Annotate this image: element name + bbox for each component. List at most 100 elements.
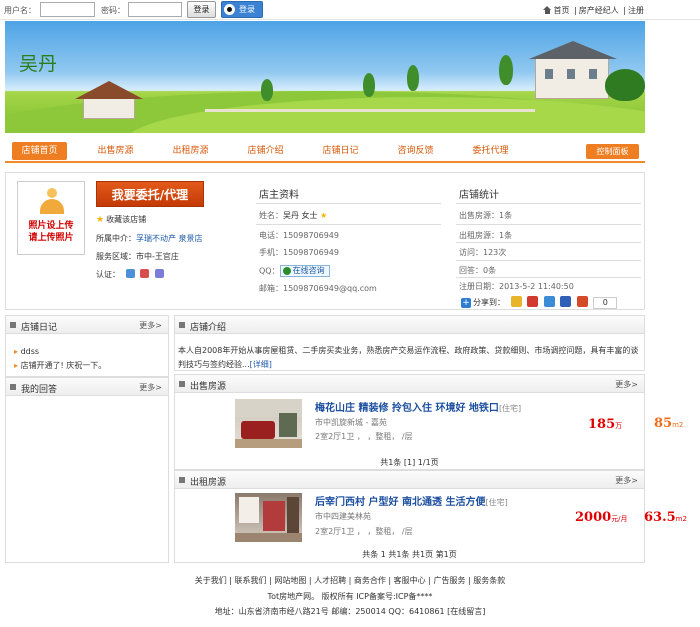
rent-price: 2000元/月 (575, 510, 628, 525)
star-icon: ★ (96, 215, 105, 225)
qq-chat-button[interactable]: 在线咨询 (279, 265, 330, 277)
qq-login-button[interactable]: 登录 (221, 1, 263, 18)
stats-reply: 回答：0条 (459, 266, 497, 275)
rent-pager[interactable]: 共条 1 共1条 共1页 第1页 (175, 549, 644, 560)
shop-info: 照片设上传 请上传照片 我要委托/代理 ★ 收藏该店铺 所属中介：孚瑞不动产 泉景… (5, 172, 645, 310)
sale-more-link[interactable]: 更多> (615, 379, 638, 390)
owner-mobile-row: 手机：15098706949 (259, 248, 339, 257)
intro-title: 店铺介绍 (190, 323, 227, 333)
owner-heading: 店主资料 (259, 190, 299, 201)
login-button[interactable]: 登录 (187, 1, 216, 18)
share-bar: + 分享到： 0 (461, 296, 618, 309)
tree (605, 69, 645, 101)
footer-copyright: Tot房地产网。 版权所有 ICP备案号:ICP备**** (267, 592, 433, 601)
agent-photo[interactable]: 照片设上传 请上传照片 (17, 181, 85, 255)
home-icon (542, 6, 552, 14)
home-link[interactable]: 首页 (554, 6, 570, 15)
list-item[interactable]: ▸ 店铺开通了! 庆祝一下。 (14, 360, 106, 371)
kaixin-share-icon[interactable] (576, 296, 588, 307)
sale-title: 出售房源 (190, 382, 227, 392)
stats-sale: 出售房源：1条 (459, 211, 513, 220)
footer-links[interactable]: 关于我们 | 联系我们 | 网站地图 | 人才招聘 | 商务合作 | 客服中心 … (0, 575, 700, 586)
qzone-share-icon[interactable] (510, 296, 522, 307)
owner-phone-row: 电话：15098706949 (259, 231, 339, 240)
favorite-label[interactable]: 收藏该店铺 (106, 215, 146, 224)
share-label: 分享到： (473, 298, 505, 307)
sale-listing-photo[interactable] (235, 399, 302, 448)
tree (261, 79, 273, 101)
stats-visit: 访问：123次 (459, 248, 507, 257)
answers-more-link[interactable]: 更多> (139, 382, 162, 393)
rent-listing-title[interactable]: 后宰门西村 户型好 南北通透 生活方便[住宅] (315, 493, 508, 508)
sale-price: 185万 (588, 417, 623, 432)
person-icon (40, 188, 64, 214)
shop-nav: 店铺首页 出售房源 出租房源 店铺介绍 店铺日记 咨询反馈 委托代理 控制面板 (5, 139, 645, 163)
answers-title: 我的回答 (21, 385, 58, 395)
tencent-weibo-share-icon[interactable] (543, 296, 555, 307)
nav-intro[interactable]: 店铺介绍 (238, 142, 293, 160)
house-left (83, 97, 135, 119)
footer-address: 地址：山东省济南市经八路21号 邮编：250014 QQ：6410861 [在线… (214, 607, 486, 616)
sale-listing-title[interactable]: 梅花山庄 精装修 拎包入住 环境好 地铁口[住宅] (315, 399, 521, 414)
nav-rent[interactable]: 出租房源 (163, 142, 218, 160)
fence (205, 109, 535, 112)
stats-reg: 注册日期：2013-5-2 11:40:50 (459, 282, 574, 291)
qq-login-label: 登录 (239, 5, 255, 14)
renren-share-icon[interactable] (560, 296, 572, 307)
sale-area: 85m2 (654, 416, 684, 431)
area-value: 市中-王官庄 (136, 252, 179, 261)
square-icon (179, 322, 185, 328)
nav-sale[interactable]: 出售房源 (88, 142, 143, 160)
shop-banner: 吴丹 (5, 21, 645, 133)
rent-more-link[interactable]: 更多> (615, 475, 638, 486)
diary-more-link[interactable]: 更多> (139, 320, 162, 331)
intro-panel: 店铺介绍 本人自2008年开始从事房屋租赁、二手房买卖业务，熟悉房产交易运作流程… (174, 315, 645, 371)
agent-link[interactable]: 房产经纪人 (579, 6, 619, 15)
agency-link[interactable]: 孚瑞不动产 泉景店 (136, 234, 203, 243)
password-input[interactable] (128, 2, 182, 17)
register-link[interactable]: 注册 (628, 6, 644, 15)
answers-panel: 我的回答 更多> (5, 377, 169, 563)
area-label: 服务区域： (96, 252, 136, 261)
sale-pager[interactable]: 共1条 [1] 1/1页 (175, 457, 644, 468)
diary-title: 店铺日记 (21, 323, 58, 333)
nav-feedback[interactable]: 咨询反馈 (388, 142, 443, 160)
stats-heading: 店铺统计 (459, 190, 499, 201)
square-icon (10, 384, 16, 390)
shop-name: 吴丹 (19, 53, 58, 75)
license-cert-icon (154, 269, 164, 278)
entrust-button[interactable]: 我要委托/代理 (96, 181, 204, 207)
cert-row: 认证： (96, 269, 164, 280)
owner-name: 吴丹 女士 (283, 211, 318, 220)
tree (499, 55, 513, 85)
tree (363, 73, 375, 97)
control-panel-button[interactable]: 控制面板 (586, 144, 639, 159)
intro-detail-link[interactable]: [详细] (250, 360, 272, 369)
favorite-shop[interactable]: ★ 收藏该店铺 (96, 214, 146, 225)
weibo-share-icon[interactable] (527, 296, 539, 307)
rent-listing-photo[interactable] (235, 493, 302, 542)
list-item[interactable]: ▸ ddss (14, 347, 39, 356)
owner-qq-row: QQ： 在线咨询 (259, 265, 330, 277)
nav-diary[interactable]: 店铺日记 (313, 142, 368, 160)
rent-area: 63.5m2 (644, 510, 687, 525)
sale-listing-location: 市中凯旋新城 - 嘉苑 (315, 418, 387, 427)
username-input[interactable] (40, 2, 95, 17)
phone-cert-icon (140, 269, 150, 278)
photo-text-1: 照片设上传 (28, 221, 74, 231)
owner-name-row: 姓名：吴丹 女士 ★ (259, 211, 328, 220)
owner-email-row: 邮箱：15098706949@qq.com (259, 284, 377, 293)
qq-icon (224, 4, 235, 15)
plus-icon[interactable]: + (461, 298, 471, 308)
password-label: 密码： (101, 6, 125, 15)
nav-shop-home[interactable]: 店铺首页 (12, 142, 67, 160)
square-icon (179, 477, 185, 483)
rent-listing-detail: 2室2厅1卫 ， ，整租， /层 (315, 527, 413, 536)
area-row: 服务区域：市中-王官庄 (96, 251, 179, 262)
square-icon (179, 381, 185, 387)
top-links: 首页 | 房产经纪人 | 注册 (541, 5, 644, 16)
diary-panel: 店铺日记 更多> ▸ ddss ▸ 店铺开通了! 庆祝一下。 (5, 315, 169, 377)
nav-entrust[interactable]: 委托代理 (463, 142, 518, 160)
rent-title: 出租房源 (190, 478, 227, 488)
username-label: 用户名： (4, 6, 36, 15)
